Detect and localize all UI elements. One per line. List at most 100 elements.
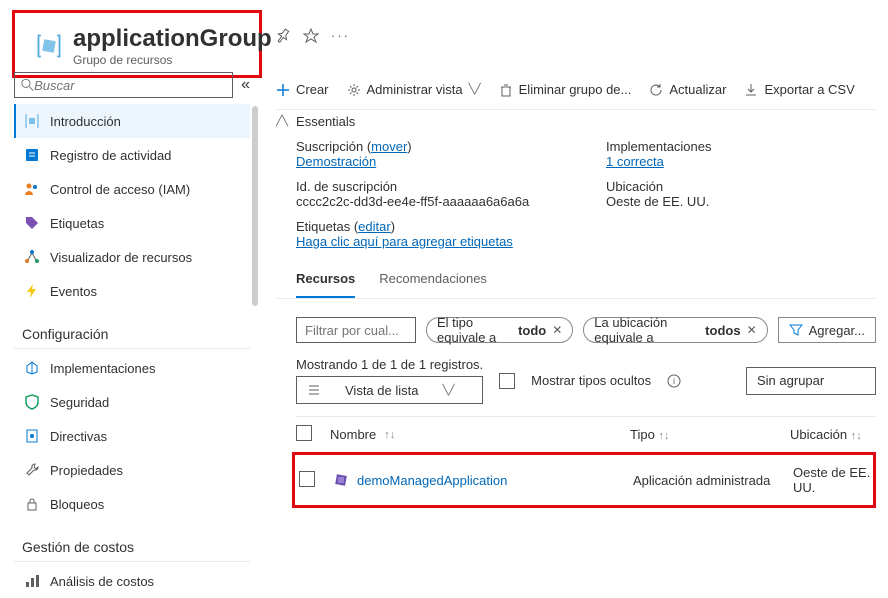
col-location-header[interactable]: Ubicación ↑↓ — [790, 427, 876, 442]
page-subtitle: Grupo de recursos — [73, 53, 272, 67]
toolbar: Crear Administrar vista ╲╱ Eliminar grup… — [276, 72, 876, 109]
essentials-toggle[interactable]: ╱╲ Essentials — [276, 109, 876, 139]
chart-icon — [24, 573, 40, 589]
info-icon[interactable]: i — [667, 374, 681, 388]
nav-section-settings: Configuración — [14, 308, 250, 349]
lightning-icon — [24, 283, 40, 299]
tabs: Recursos Recomendaciones — [276, 259, 876, 299]
nav-events[interactable]: Eventos — [14, 274, 250, 308]
show-hidden-label: Mostrar tipos ocultos — [531, 373, 651, 388]
subscription-label: Suscripción — [296, 139, 363, 154]
resource-link[interactable]: demoManagedApplication — [357, 473, 507, 488]
export-button[interactable]: Exportar a CSV — [744, 82, 854, 97]
nav-label: Propiedades — [50, 463, 123, 478]
nav-label: Directivas — [50, 429, 107, 444]
nav-label: Bloqueos — [50, 497, 104, 512]
nav-properties[interactable]: Propiedades — [14, 453, 250, 487]
essentials-panel: Suscripción (mover) Demostración Id. de … — [276, 139, 876, 259]
create-button[interactable]: Crear — [276, 82, 329, 97]
gear-icon — [347, 83, 361, 97]
record-count: Mostrando 1 de 1 de 1 registros. — [296, 357, 483, 372]
table-header: Nombre ↑↓ Tipo ↑↓ Ubicación ↑↓ — [296, 416, 876, 452]
nav-security[interactable]: Seguridad — [14, 385, 250, 419]
deployments-label: Implementaciones — [606, 139, 876, 154]
show-hidden-checkbox[interactable] — [499, 373, 515, 389]
subid-label: Id. de suscripción — [296, 179, 566, 194]
refresh-icon — [649, 83, 663, 97]
sidebar-search[interactable] — [14, 72, 233, 98]
tab-resources[interactable]: Recursos — [296, 271, 355, 298]
main-content: Crear Administrar vista ╲╱ Eliminar grup… — [258, 72, 888, 572]
location-filter-pill[interactable]: La ubicación equivale a todos ✕ — [583, 317, 767, 343]
nav-label: Eventos — [50, 284, 97, 299]
managed-app-icon — [333, 472, 349, 488]
nav-label: Etiquetas — [50, 216, 104, 231]
nav-label: Visualizador de recursos — [50, 250, 192, 265]
nav-section-cost: Gestión de costos — [14, 521, 250, 562]
nav-overview[interactable]: Introducción — [14, 104, 250, 138]
deploy-icon — [24, 360, 40, 376]
nav-cost-analysis[interactable]: Análisis de costos — [14, 564, 250, 598]
search-icon — [21, 78, 34, 92]
nav-label: Registro de actividad — [50, 148, 171, 163]
graph-icon — [24, 249, 40, 265]
col-type-header[interactable]: Tipo ↑↓ — [630, 427, 780, 442]
add-tags-link[interactable]: Haga clic aquí para agregar etiquetas — [296, 234, 513, 249]
resource-type: Aplicación administrada — [633, 473, 783, 488]
star-icon[interactable] — [303, 28, 319, 44]
manage-view-button[interactable]: Administrar vista ╲╱ — [347, 82, 481, 97]
nav-label: Seguridad — [50, 395, 109, 410]
nav-label: Implementaciones — [50, 361, 156, 376]
nav-iam[interactable]: Control de acceso (IAM) — [14, 172, 250, 206]
sidebar: « Introducción Registro de actividad Con… — [0, 72, 258, 572]
shield-icon — [24, 394, 40, 410]
collapse-sidebar-icon[interactable]: « — [241, 76, 250, 94]
nav-locks[interactable]: Bloqueos — [14, 487, 250, 521]
move-link[interactable]: mover — [371, 139, 407, 154]
nav-activity-log[interactable]: Registro de actividad — [14, 138, 250, 172]
page-header: applicationGroup Grupo de recursos — [12, 10, 262, 78]
close-icon[interactable]: ✕ — [747, 323, 757, 337]
tab-recommendations[interactable]: Recomendaciones — [379, 271, 487, 298]
cube-icon — [24, 113, 40, 129]
view-mode-select[interactable]: Vista de lista ╲╱ — [296, 376, 483, 404]
nav-resource-visualizer[interactable]: Visualizador de recursos — [14, 240, 250, 274]
nav-label: Análisis de costos — [50, 574, 154, 589]
policy-icon — [24, 428, 40, 444]
lock-icon — [24, 496, 40, 512]
more-icon[interactable]: ··· — [331, 28, 350, 44]
plus-icon — [276, 83, 290, 97]
log-icon — [24, 147, 40, 163]
tag-icon — [24, 215, 40, 231]
chevron-up-icon: ╱╲ — [276, 116, 288, 127]
nav-deployments[interactable]: Implementaciones — [14, 351, 250, 385]
nav-label: Introducción — [50, 114, 121, 129]
download-icon — [744, 83, 758, 97]
col-name-header[interactable]: Nombre ↑↓ — [330, 427, 620, 442]
add-filter-button[interactable]: Agregar... — [778, 317, 876, 343]
page-title: applicationGroup — [73, 25, 272, 53]
filter-bar: El tipo equivale a todo ✕ La ubicación e… — [276, 299, 876, 357]
tags-label: Etiquetas — [296, 219, 350, 234]
list-options: Mostrando 1 de 1 de 1 registros. Vista d… — [276, 357, 876, 416]
nav-tags[interactable]: Etiquetas — [14, 206, 250, 240]
select-all-checkbox[interactable] — [296, 425, 312, 441]
table-row[interactable]: demoManagedApplication Aplicación admini… — [292, 452, 876, 508]
close-icon[interactable]: ✕ — [552, 323, 562, 337]
wrench-icon — [24, 462, 40, 478]
delete-button[interactable]: Eliminar grupo de... — [499, 82, 632, 97]
pin-icon[interactable] — [275, 28, 291, 44]
subscription-value[interactable]: Demostración — [296, 154, 376, 169]
type-filter-pill[interactable]: El tipo equivale a todo ✕ — [426, 317, 573, 343]
edit-tags-link[interactable]: editar — [358, 219, 391, 234]
group-by-select[interactable]: Sin agrupar — [746, 367, 876, 395]
search-input[interactable] — [34, 78, 226, 93]
header-actions: ··· — [275, 28, 350, 44]
filter-input[interactable] — [296, 317, 416, 343]
deployments-value[interactable]: 1 correcta — [606, 154, 664, 169]
resource-group-icon — [35, 32, 63, 60]
nav-policies[interactable]: Directivas — [14, 419, 250, 453]
subid-value: cccc2c2c-dd3d-ee4e-ff5f-aaaaaa6a6a6a — [296, 194, 566, 209]
row-checkbox[interactable] — [299, 471, 315, 487]
refresh-button[interactable]: Actualizar — [649, 82, 726, 97]
